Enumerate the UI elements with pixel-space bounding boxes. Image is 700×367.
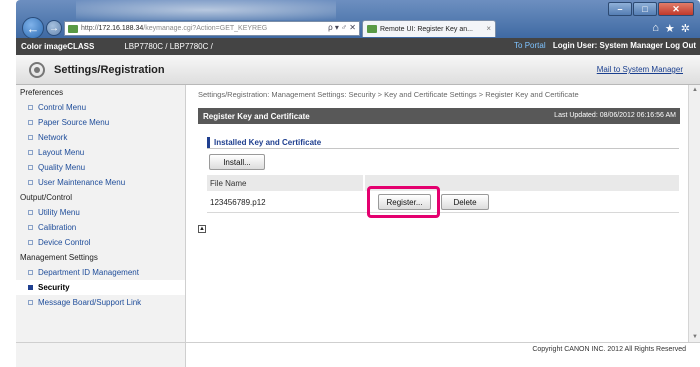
register-button[interactable]: Register... xyxy=(378,194,431,210)
sidebar-item-security[interactable]: Security xyxy=(16,280,185,295)
panel-title: Register Key and Certificate xyxy=(203,111,310,121)
bullet-icon xyxy=(28,180,33,185)
arrow-left-icon: ← xyxy=(26,20,40,36)
titlebar-glow xyxy=(76,0,336,20)
sidebar-item-network[interactable]: Network xyxy=(16,130,185,145)
scrollbar[interactable]: ▲ ▼ xyxy=(688,85,700,342)
sidebar-item-department-id-management[interactable]: Department ID Management xyxy=(16,265,185,280)
footer: Copyright CANON INC. 2012 All Rights Res… xyxy=(16,342,700,367)
section-title: Installed Key and Certificate xyxy=(207,137,321,148)
bullet-icon xyxy=(28,300,33,305)
sidebar-item-paper-source-menu[interactable]: Paper Source Menu xyxy=(16,115,185,130)
sidebar-item-utility-menu[interactable]: Utility Menu xyxy=(16,205,185,220)
sidebar-item-device-control[interactable]: Device Control xyxy=(16,235,185,250)
bullet-icon xyxy=(28,150,33,155)
browser-toolbar-icons: ⌂ ★ ✲ xyxy=(652,22,690,35)
sidebar-item-calibration[interactable]: Calibration xyxy=(16,220,185,235)
last-updated: Last Updated: 08/06/2012 06:16:56 AM xyxy=(554,112,676,119)
scroll-down-icon[interactable]: ▼ xyxy=(691,334,699,340)
page-title: Settings/Registration xyxy=(54,63,165,76)
address-url: http://172.16.188.34/keymanage.cgi?Actio… xyxy=(81,25,268,32)
section-divider xyxy=(207,148,679,149)
bullet-icon xyxy=(28,135,33,140)
bullet-icon xyxy=(28,105,33,110)
minimize-icon[interactable]: – xyxy=(608,2,632,16)
sidebar-item-message-board-support-link[interactable]: Message Board/Support Link xyxy=(16,295,185,310)
to-portal-link[interactable]: To Portal xyxy=(514,41,546,50)
sidebar-nav: Preferences Control Menu Paper Source Me… xyxy=(16,85,186,367)
breadcrumb: Settings/Registration: Management Settin… xyxy=(198,90,579,99)
tab-close-icon[interactable]: × xyxy=(486,24,491,33)
address-bar[interactable]: http://172.16.188.34/keymanage.cgi?Actio… xyxy=(64,21,360,36)
sidebar-section-management-settings[interactable]: Management Settings xyxy=(16,250,185,265)
page-header: Settings/Registration Mail to System Man… xyxy=(16,55,700,85)
settings-gear-icon[interactable]: ✲ xyxy=(681,22,690,35)
main-content: Settings/Registration: Management Settin… xyxy=(187,85,687,367)
back-to-top-icon[interactable]: ▲ xyxy=(198,225,206,233)
product-name: Color imageCLASS xyxy=(21,42,95,51)
column-header-file-name: File Name xyxy=(207,175,363,191)
file-name-cell: 123456789.p12 xyxy=(210,198,266,207)
window-controls: – □ ✕ xyxy=(608,2,694,16)
browser-tab[interactable]: Remote UI: Register Key an... × xyxy=(362,20,496,37)
header-user-area: To Portal Login User: System Manager Log… xyxy=(514,41,696,50)
close-window-icon[interactable]: ✕ xyxy=(658,2,694,16)
mail-to-system-manager-link[interactable]: Mail to System Manager xyxy=(597,65,683,74)
login-user-logout[interactable]: Login User: System Manager Log Out xyxy=(553,41,696,50)
sidebar-item-control-menu[interactable]: Control Menu xyxy=(16,100,185,115)
tab-title: Remote UI: Register Key an... xyxy=(380,25,473,33)
bullet-icon xyxy=(28,270,33,275)
panel-header: Register Key and Certificate Last Update… xyxy=(198,108,680,124)
address-tools-icon[interactable]: ρ ▾ ♂ ✕ xyxy=(328,23,356,32)
bullet-icon xyxy=(28,165,33,170)
bullet-icon xyxy=(28,240,33,245)
favorites-star-icon[interactable]: ★ xyxy=(665,22,675,35)
home-icon[interactable]: ⌂ xyxy=(652,22,659,35)
row-divider xyxy=(207,212,679,213)
site-favicon-icon xyxy=(68,24,78,33)
scroll-up-icon[interactable]: ▲ xyxy=(691,87,699,93)
arrow-right-icon: → xyxy=(49,22,59,34)
delete-button[interactable]: Delete xyxy=(441,194,489,210)
forward-button[interactable]: → xyxy=(46,20,62,36)
sidebar-section-preferences[interactable]: Preferences xyxy=(16,85,185,100)
settings-gear-icon xyxy=(29,61,45,78)
back-button[interactable]: ← xyxy=(22,17,44,39)
bullet-icon xyxy=(28,120,33,125)
bullet-icon xyxy=(28,285,33,290)
app-header: Color imageCLASS LBP7780C / LBP7780C / T… xyxy=(16,38,700,55)
sidebar-section-output-control[interactable]: Output/Control xyxy=(16,190,185,205)
bullet-icon xyxy=(28,210,33,215)
copyright-text: Copyright CANON INC. 2012 All Rights Res… xyxy=(532,346,686,353)
install-button[interactable]: Install... xyxy=(209,154,265,170)
tab-favicon-icon xyxy=(367,25,377,33)
device-model: LBP7780C / LBP7780C / xyxy=(124,42,213,51)
sidebar-item-layout-menu[interactable]: Layout Menu xyxy=(16,145,185,160)
maximize-icon[interactable]: □ xyxy=(633,2,657,16)
sidebar-item-user-maintenance-menu[interactable]: User Maintenance Menu xyxy=(16,175,185,190)
sidebar-item-quality-menu[interactable]: Quality Menu xyxy=(16,160,185,175)
bullet-icon xyxy=(28,225,33,230)
